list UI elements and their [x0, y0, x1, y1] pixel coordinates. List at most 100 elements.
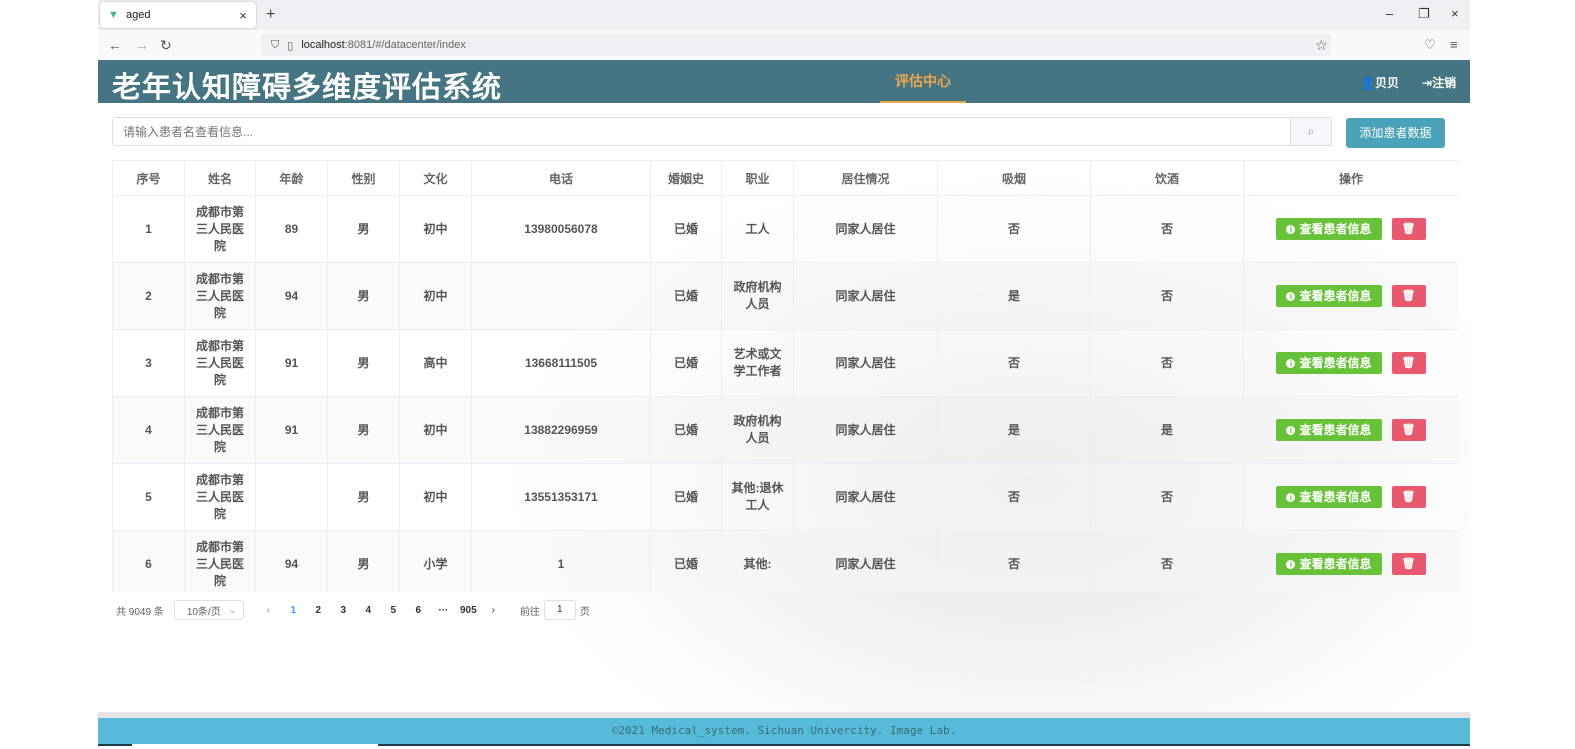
cell-actions: i 查看患者信息 🗑 [1243, 329, 1458, 397]
col-header: 文化 [399, 160, 472, 196]
view-patient-button[interactable]: i 查看患者信息 [1276, 352, 1382, 374]
cell-actions: i 查看患者信息 🗑 [1243, 396, 1458, 464]
goto-suffix: 页 [579, 606, 590, 618]
nav-item-assessment-center[interactable]: 评估中心 [880, 60, 966, 103]
cell-drink: 是 [1090, 396, 1244, 464]
page-number[interactable]: 4 [356, 605, 381, 616]
pocket-icon[interactable]: ♡ [1424, 37, 1436, 53]
job-text: 工人 [745, 221, 770, 236]
page-ellipsis[interactable]: ··· [431, 605, 456, 616]
cell-smoke: 否 [937, 463, 1091, 531]
pagination: 共 9049 条 10条/页 ⌄ ‹ 1 2 3 4 5 6 ··· 905 › … [116, 600, 590, 620]
job-text: 政府机构人员 [733, 414, 782, 445]
cell-phone: 13980056078 [471, 195, 651, 263]
name-text: 成都市第三人民医院 [195, 539, 244, 588]
cell-phone: 13551353171 [471, 463, 651, 531]
url-path: :8081/#/datacenter/index [344, 39, 466, 51]
cell-actions: i 查看患者信息 🗑 [1243, 262, 1458, 330]
new-tab-icon[interactable]: + [266, 6, 275, 24]
cell-sex: 男 [327, 329, 400, 397]
col-header: 电话 [471, 160, 651, 196]
vue-logo-icon: ▼ [108, 9, 119, 21]
browser-tab[interactable]: ▼ aged × [100, 2, 256, 28]
search-button[interactable]: ⌕ [1290, 117, 1332, 146]
forward-arrow-icon[interactable]: → [135, 37, 149, 53]
cell-age: 89 [255, 195, 328, 263]
view-patient-button[interactable]: i 查看患者信息 [1276, 218, 1382, 240]
add-patient-button[interactable]: 添加患者数据 [1346, 118, 1445, 148]
info-icon: i [1286, 359, 1296, 368]
cell-marriage: 已婚 [650, 530, 722, 592]
footer-bottom-line [98, 744, 1470, 749]
cell-marriage: 已婚 [650, 463, 722, 531]
page-number[interactable]: 3 [331, 605, 356, 616]
trash-icon: 🗑 [1401, 223, 1416, 235]
col-header: 姓名 [184, 160, 256, 196]
tab-title: aged [126, 9, 151, 21]
cell-age: 91 [255, 396, 328, 464]
menu-icon[interactable]: ≡ [1450, 37, 1458, 52]
view-label: 查看患者信息 [1299, 490, 1372, 504]
job-text: 政府机构人员 [733, 280, 782, 311]
cell-living: 同家人居住 [793, 396, 938, 464]
cell-job: 其他:退休工人 [721, 463, 794, 531]
cell-no: 3 [112, 329, 185, 397]
view-patient-button[interactable]: i 查看患者信息 [1276, 419, 1382, 441]
cell-no: 1 [112, 195, 185, 263]
shield-icon[interactable]: ⛉ [271, 39, 279, 52]
col-header: 婚姻史 [650, 160, 722, 196]
delete-button[interactable]: 🗑 [1391, 553, 1426, 575]
logout-link[interactable]: ⇥注销 [1422, 74, 1456, 91]
page-number[interactable]: 2 [306, 605, 331, 616]
cell-job: 艺术或文学工作者 [721, 329, 794, 397]
page-size-select[interactable]: 10条/页 ⌄ [173, 600, 244, 620]
info-icon: i [1286, 426, 1296, 435]
bookmark-star-icon[interactable]: ☆ [1315, 37, 1328, 54]
window-close-icon[interactable]: × [1451, 6, 1459, 21]
page-info-icon[interactable]: ▯ [287, 39, 293, 52]
col-header: 居住情况 [793, 160, 938, 196]
view-patient-button[interactable]: i 查看患者信息 [1276, 285, 1382, 307]
search-input[interactable] [113, 118, 1330, 145]
info-icon: i [1286, 292, 1296, 301]
next-page-icon[interactable]: › [481, 605, 506, 616]
page-number[interactable]: 905 [456, 605, 481, 616]
cell-name: 成都市第三人民医院 [184, 195, 256, 263]
cell-age: 91 [255, 329, 328, 397]
minimize-icon[interactable]: – [1386, 6, 1393, 21]
tab-close-icon[interactable]: × [236, 8, 250, 23]
view-patient-button[interactable]: i 查看患者信息 [1276, 486, 1382, 508]
chevron-down-icon: ⌄ [228, 604, 237, 616]
delete-button[interactable]: 🗑 [1391, 218, 1426, 240]
back-arrow-icon[interactable]: ← [108, 37, 122, 53]
user-link[interactable]: 👤贝贝 [1360, 74, 1399, 91]
delete-button[interactable]: 🗑 [1391, 486, 1426, 508]
table-row: 4 成都市第三人民医院 91 男 初中 13882296959 已婚 政府机构人… [112, 396, 1458, 464]
patient-table: 序号 姓名 年龄 性别 文化 电话 婚姻史 职业 居住情况 吸烟 饮酒 操作 1 [112, 160, 1458, 592]
page-number[interactable]: 1 [281, 605, 306, 616]
delete-button[interactable]: 🗑 [1391, 352, 1426, 374]
page-number[interactable]: 6 [406, 605, 431, 616]
cell-phone: 13668111505 [471, 329, 651, 397]
page-number[interactable]: 5 [381, 605, 406, 616]
delete-button[interactable]: 🗑 [1391, 419, 1426, 441]
app-header: 老年认知障碍多维度评估系统 评估中心 👤贝贝 ⇥注销 [98, 60, 1470, 104]
cell-job: 工人 [721, 195, 794, 263]
cell-phone: 13882296959 [471, 396, 651, 464]
cell-marriage: 已婚 [650, 396, 722, 464]
reload-icon[interactable]: ↻ [160, 37, 172, 54]
logout-label: 注销 [1432, 76, 1457, 90]
goto-page-input[interactable]: 1 [543, 600, 576, 620]
info-icon: i [1286, 225, 1296, 234]
cell-sex: 男 [327, 530, 400, 592]
cell-drink: 否 [1090, 463, 1244, 531]
address-bar[interactable]: ⛉ ▯ localhost:8081/#/datacenter/index [261, 34, 1331, 56]
page-size-value: 10条/页 [186, 606, 221, 618]
view-patient-button[interactable]: i 查看患者信息 [1276, 553, 1382, 575]
cell-smoke: 否 [937, 530, 1091, 592]
prev-page-icon[interactable]: ‹ [256, 605, 281, 616]
cell-living: 同家人居住 [793, 329, 938, 397]
restore-icon[interactable]: ❐ [1418, 6, 1430, 22]
delete-button[interactable]: 🗑 [1391, 285, 1426, 307]
cell-marriage: 已婚 [650, 329, 722, 397]
